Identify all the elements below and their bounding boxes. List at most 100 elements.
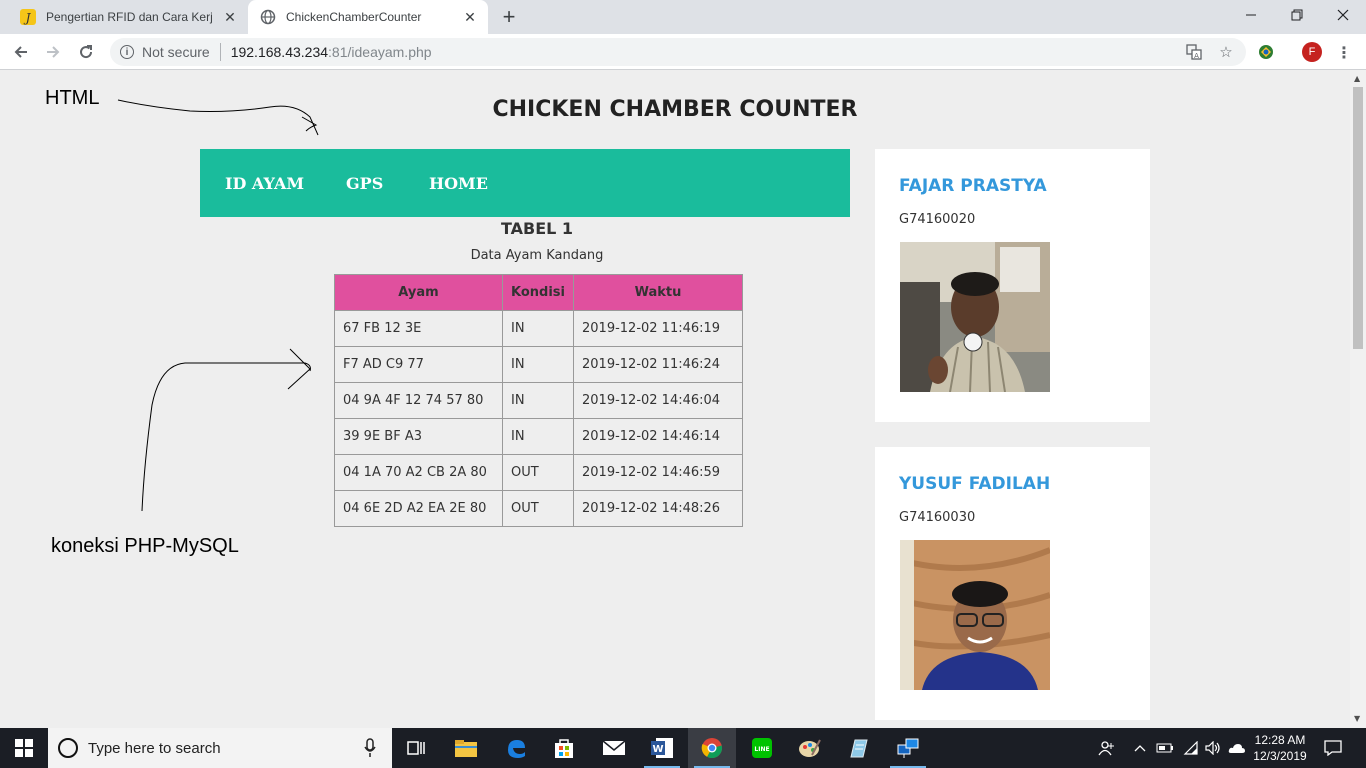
info-icon[interactable]: i — [120, 45, 134, 59]
table-row: 04 1A 70 A2 CB 2A 80 OUT 2019-12-02 14:4… — [334, 454, 743, 491]
page-viewport: CHICKEN CHAMBER COUNTER ID AYAM GPS HOME… — [0, 70, 1350, 728]
word-icon[interactable]: W — [638, 728, 686, 768]
svg-text:W: W — [652, 744, 663, 755]
arrow-to-title — [117, 99, 319, 136]
translate-icon[interactable]: A — [1184, 42, 1204, 62]
table-row: 04 9A 4F 12 74 57 80 IN 2019-12-02 14:46… — [334, 382, 743, 419]
close-window-icon[interactable] — [1320, 0, 1366, 30]
profile-card: FAJAR PRASTYA G74160020 — [875, 149, 1150, 422]
search-placeholder: Type here to search — [88, 739, 221, 757]
minimize-icon[interactable] — [1228, 0, 1274, 30]
people-icon[interactable] — [1094, 728, 1118, 768]
microphone-icon[interactable] — [364, 738, 376, 758]
back-icon[interactable] — [8, 40, 34, 64]
php-mysql-annotation: koneksi PHP-MySQL — [51, 535, 239, 557]
menu-icon[interactable]: ⋮ — [1334, 42, 1354, 62]
table-title: TABEL 1 — [500, 219, 574, 238]
profile-avatar[interactable]: F — [1302, 42, 1322, 62]
forward-icon[interactable] — [40, 40, 66, 64]
close-icon[interactable]: ✕ — [220, 7, 240, 27]
task-view-icon[interactable] — [392, 728, 440, 768]
column-header-ayam: Ayam — [334, 274, 503, 311]
table-row: 39 9E BF A3 IN 2019-12-02 14:46:14 — [334, 418, 743, 455]
cell-waktu: 2019-12-02 14:46:14 — [573, 418, 743, 455]
tab-title: Pengertian RFID dan Cara Kerjanya — [46, 10, 212, 24]
table-header-row: Ayam Kondisi Waktu — [334, 274, 743, 311]
page-scrollbar[interactable]: ▲ ▼ — [1350, 70, 1366, 728]
cell-kondisi: IN — [502, 382, 574, 419]
tab-title: ChickenChamberCounter — [286, 10, 422, 24]
data-table: Ayam Kondisi Waktu 67 FB 12 3E IN 2019-1… — [334, 274, 743, 527]
cell-ayam: F7 AD C9 77 — [334, 346, 503, 383]
clock-date: 12/3/2019 — [1253, 749, 1307, 763]
column-header-waktu: Waktu — [573, 274, 743, 311]
wifi-icon[interactable] — [1180, 728, 1202, 768]
taskbar-search[interactable]: Type here to search — [48, 728, 392, 768]
mail-icon[interactable] — [590, 728, 638, 768]
profile-id: G74160020 — [899, 212, 976, 227]
cell-kondisi: OUT — [502, 454, 574, 491]
star-icon[interactable]: ☆ — [1216, 42, 1236, 62]
nav-link-gps[interactable]: GPS — [346, 174, 383, 193]
new-tab-button[interactable]: + — [496, 4, 522, 29]
tab-rfid[interactable]: J Pengertian RFID dan Cara Kerjanya ✕ — [8, 0, 248, 34]
url-path: :81/ideayam.php — [328, 44, 432, 60]
chevron-up-icon[interactable] — [1130, 728, 1150, 768]
store-icon[interactable] — [540, 728, 588, 768]
windows-start-icon[interactable] — [0, 728, 48, 768]
network-app-icon[interactable] — [884, 728, 932, 768]
nav-link-id-ayam[interactable]: ID AYAM — [225, 174, 304, 193]
table-row: 04 6E 2D A2 EA 2E 80 OUT 2019-12-02 14:4… — [334, 490, 743, 527]
tab-chicken-chamber[interactable]: ChickenChamberCounter ✕ — [248, 0, 488, 34]
onedrive-icon[interactable] — [1226, 728, 1248, 768]
system-clock[interactable]: 12:28 AM 12/3/2019 — [1248, 732, 1312, 764]
cell-kondisi: IN — [502, 418, 574, 455]
table-caption: Data Ayam Kandang — [470, 248, 604, 263]
table-row: F7 AD C9 77 IN 2019-12-02 11:46:24 — [334, 346, 743, 383]
table-row: 67 FB 12 3E IN 2019-12-02 11:46:19 — [334, 310, 743, 347]
address-bar[interactable]: i Not secure 192.168.43.234:81/ideayam.p… — [110, 38, 1246, 66]
chrome-icon[interactable] — [688, 728, 736, 768]
reload-icon[interactable] — [73, 40, 99, 64]
cell-ayam: 04 6E 2D A2 EA 2E 80 — [334, 490, 503, 527]
top-navbar: ID AYAM GPS HOME — [200, 149, 850, 217]
file-explorer-icon[interactable] — [442, 728, 490, 768]
nav-link-home[interactable]: HOME — [429, 174, 488, 193]
svg-text:LINE: LINE — [754, 746, 769, 753]
html-annotation: HTML — [45, 87, 100, 109]
profile-photo — [900, 540, 1050, 690]
notification-icon[interactable] — [1320, 728, 1346, 768]
scroll-down-icon[interactable]: ▼ — [1354, 714, 1360, 723]
profile-name: YUSUF FADILAH — [899, 474, 1051, 494]
cell-ayam: 39 9E BF A3 — [334, 418, 503, 455]
url-host: 192.168.43.234 — [230, 44, 329, 60]
clock-time: 12:28 AM — [1254, 733, 1306, 747]
cell-waktu: 2019-12-02 14:46:59 — [573, 454, 743, 491]
notes-app-icon[interactable] — [834, 728, 882, 768]
cell-waktu: 2019-12-02 14:48:26 — [573, 490, 743, 527]
close-icon[interactable]: ✕ — [460, 7, 480, 27]
scroll-up-icon[interactable]: ▲ — [1354, 74, 1360, 83]
cell-waktu: 2019-12-02 14:46:04 — [573, 382, 743, 419]
extension-icon[interactable] — [1256, 42, 1276, 62]
profile-id: G74160030 — [899, 510, 976, 525]
volume-icon[interactable] — [1202, 728, 1224, 768]
battery-icon[interactable] — [1154, 728, 1176, 768]
cell-ayam: 04 1A 70 A2 CB 2A 80 — [334, 454, 503, 491]
browser-toolbar: i Not secure 192.168.43.234:81/ideayam.p… — [0, 34, 1366, 70]
profile-name: FAJAR PRASTYA — [899, 176, 1047, 196]
arrow-to-table — [141, 348, 311, 512]
edge-browser-icon[interactable] — [492, 728, 540, 768]
paint-icon[interactable] — [786, 728, 834, 768]
profile-photo — [900, 242, 1050, 392]
restore-icon[interactable] — [1274, 0, 1320, 30]
cortana-icon — [58, 738, 78, 758]
column-header-kondisi: Kondisi — [502, 274, 574, 311]
yellow-j-icon: J — [20, 9, 36, 25]
scroll-thumb[interactable] — [1353, 87, 1363, 349]
cell-ayam: 67 FB 12 3E — [334, 310, 503, 347]
svg-text:A: A — [1194, 52, 1199, 60]
line-app-icon[interactable]: LINE — [738, 728, 786, 768]
tab-strip: J Pengertian RFID dan Cara Kerjanya ✕ Ch… — [0, 0, 1366, 34]
cell-kondisi: IN — [502, 346, 574, 383]
